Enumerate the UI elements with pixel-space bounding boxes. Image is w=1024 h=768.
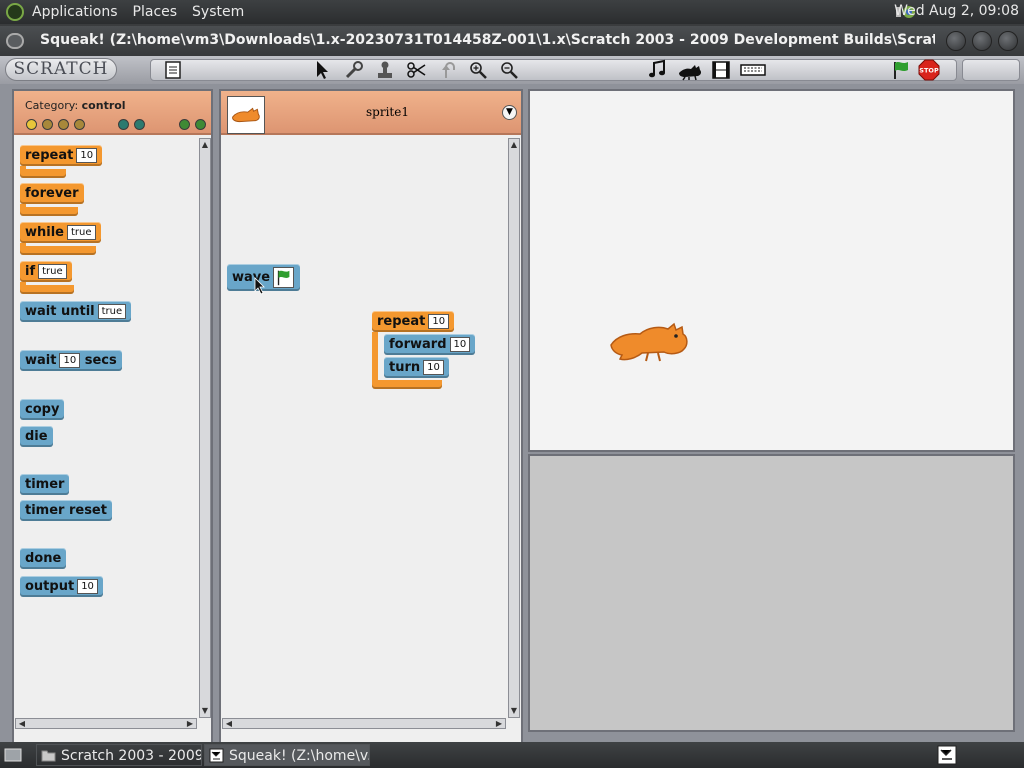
category-label-text: Category:	[25, 99, 79, 112]
undo-icon[interactable]	[438, 59, 460, 81]
distro-logo-icon[interactable]	[6, 3, 24, 21]
script-forward-arg[interactable]: 10	[449, 337, 471, 352]
desktop: Applications Places System Wed Aug 2, 09…	[0, 0, 1024, 768]
block-wait-secs[interactable]: wait 10 secs	[20, 350, 122, 371]
category-dot-4[interactable]	[74, 119, 85, 130]
block-forever-label: forever	[20, 183, 84, 204]
sprite-menu-button[interactable]: ▼	[502, 105, 517, 120]
block-output[interactable]: output 10	[20, 576, 103, 597]
block-wait-until-arg[interactable]: true	[97, 304, 127, 319]
taskbar-item-file-manager[interactable]: Scratch 2003 - 2009...	[36, 744, 202, 766]
scratch-logo[interactable]: SCRATCH	[5, 58, 117, 81]
scratch-toolbar: SCRATCH STOP	[0, 56, 1024, 84]
folder-icon	[41, 750, 56, 762]
system-menu[interactable]: System	[192, 4, 244, 20]
sprite-name[interactable]: sprite1	[366, 105, 409, 119]
block-wait-arg[interactable]: 10	[59, 353, 81, 368]
block-if-arg[interactable]: true	[38, 264, 67, 279]
block-while-label: while	[25, 225, 64, 240]
block-die[interactable]: die	[20, 426, 53, 447]
script-forward-block[interactable]: forward 10	[384, 334, 476, 355]
script-turn-arg[interactable]: 10	[423, 360, 444, 375]
category-dot-7[interactable]	[179, 119, 190, 130]
palette-horizontal-scrollbar[interactable]: ◀ ▶	[15, 718, 197, 729]
block-repeat-label: repeat	[25, 148, 74, 163]
block-done[interactable]: done	[20, 548, 67, 569]
stamp-tool-icon[interactable]	[374, 59, 396, 81]
arrow-tool-icon[interactable]	[311, 59, 333, 81]
taskbar-item-label: Squeak! (Z:\home\v...	[229, 748, 370, 764]
category-dot-6[interactable]	[134, 119, 145, 130]
close-button[interactable]	[998, 31, 1018, 51]
category-label: Category: control	[25, 99, 126, 112]
bottom-taskbar: Scratch 2003 - 2009... Squeak! (Z:\home\…	[0, 742, 1024, 768]
sprite-thumbnail[interactable]	[227, 96, 265, 134]
blocks-palette: Category: control repeat 10 forever whil…	[12, 89, 213, 768]
sprite-header: sprite1 ▼	[221, 91, 521, 135]
sound-icon[interactable]	[647, 59, 669, 81]
hat-flag-icon[interactable]	[273, 267, 294, 288]
scratch-app: SCRATCH STOP Category: control repeat 10…	[0, 56, 1024, 768]
block-repeat-arg[interactable]: 10	[76, 148, 98, 163]
script-repeat-label: repeat	[377, 314, 426, 329]
block-while-arg[interactable]: true	[67, 225, 96, 240]
category-dot-8[interactable]	[195, 119, 206, 130]
keyboard-icon[interactable]	[740, 59, 766, 81]
block-wait-suffix: secs	[84, 353, 117, 368]
category-value: control	[81, 99, 126, 112]
block-output-arg[interactable]: 10	[77, 579, 98, 594]
category-dot-3[interactable]	[58, 119, 69, 130]
applications-menu[interactable]: Applications	[32, 4, 118, 20]
script-repeat-arg[interactable]: 10	[428, 314, 450, 329]
sprite-icon[interactable]	[677, 59, 705, 81]
script-horizontal-scrollbar[interactable]: ◀ ▶	[222, 718, 506, 729]
help-tool-icon[interactable]	[343, 59, 365, 81]
toolbar-strip	[150, 59, 957, 81]
block-copy[interactable]: copy	[20, 399, 65, 420]
mouse-cursor	[254, 277, 265, 295]
movie-icon[interactable]	[710, 59, 732, 81]
script-forward-label: forward	[389, 337, 447, 352]
maximize-button[interactable]	[972, 31, 992, 51]
stop-button[interactable]: STOP	[918, 59, 940, 81]
block-wait-until-label: wait until	[25, 304, 95, 319]
script-turn-block[interactable]: turn 10	[384, 357, 449, 378]
show-desktop-icon[interactable]	[4, 747, 22, 763]
places-menu[interactable]: Places	[133, 4, 178, 20]
block-if-label: if	[25, 264, 36, 279]
taskbar-item-label: Scratch 2003 - 2009...	[61, 748, 202, 764]
category-header[interactable]: Category: control	[14, 91, 211, 135]
stage[interactable]	[528, 89, 1015, 452]
script-area[interactable]: sprite1 ▼ wave repeat 10 forward 10 turn…	[219, 89, 523, 768]
script-turn-label: turn	[389, 360, 421, 375]
taskbar-item-squeak[interactable]: Squeak! (Z:\home\v...	[204, 744, 370, 766]
block-wait-until[interactable]: wait until true	[20, 301, 132, 322]
notepad-icon[interactable]	[162, 59, 184, 81]
workspace-switcher-icon[interactable]	[937, 745, 957, 765]
script-vertical-scrollbar[interactable]: ▲ ▼	[508, 138, 520, 718]
toolbar-strip-right	[962, 59, 1020, 81]
block-output-label: output	[25, 579, 75, 594]
window-titlebar[interactable]: Squeak! (Z:\home\vm3\Downloads\1.x-20230…	[0, 26, 1024, 56]
green-flag-icon[interactable]	[890, 59, 912, 81]
minimize-button[interactable]	[946, 31, 966, 51]
block-wait-label: wait	[25, 353, 57, 368]
window-menu-icon[interactable]	[6, 33, 24, 49]
clock[interactable]: Wed Aug 2, 09:08	[894, 3, 1019, 19]
category-dot-5[interactable]	[118, 119, 129, 130]
window-title: Squeak! (Z:\home\vm3\Downloads\1.x-20230…	[40, 32, 935, 48]
zoom-out-icon[interactable]	[498, 59, 520, 81]
scissors-tool-icon[interactable]	[406, 59, 428, 81]
block-timer[interactable]: timer	[20, 474, 70, 495]
category-dot-2[interactable]	[42, 119, 53, 130]
stop-label: STOP	[919, 67, 939, 75]
sprite-corral[interactable]	[528, 454, 1015, 732]
top-panel: Applications Places System Wed Aug 2, 09…	[0, 0, 1024, 24]
zoom-in-icon[interactable]	[467, 59, 489, 81]
cat-sprite[interactable]	[608, 321, 692, 365]
palette-vertical-scrollbar[interactable]: ▲ ▼	[199, 138, 211, 718]
category-dot-control[interactable]	[26, 119, 37, 130]
squeak-icon	[209, 748, 224, 763]
block-timer-reset[interactable]: timer reset	[20, 500, 112, 521]
